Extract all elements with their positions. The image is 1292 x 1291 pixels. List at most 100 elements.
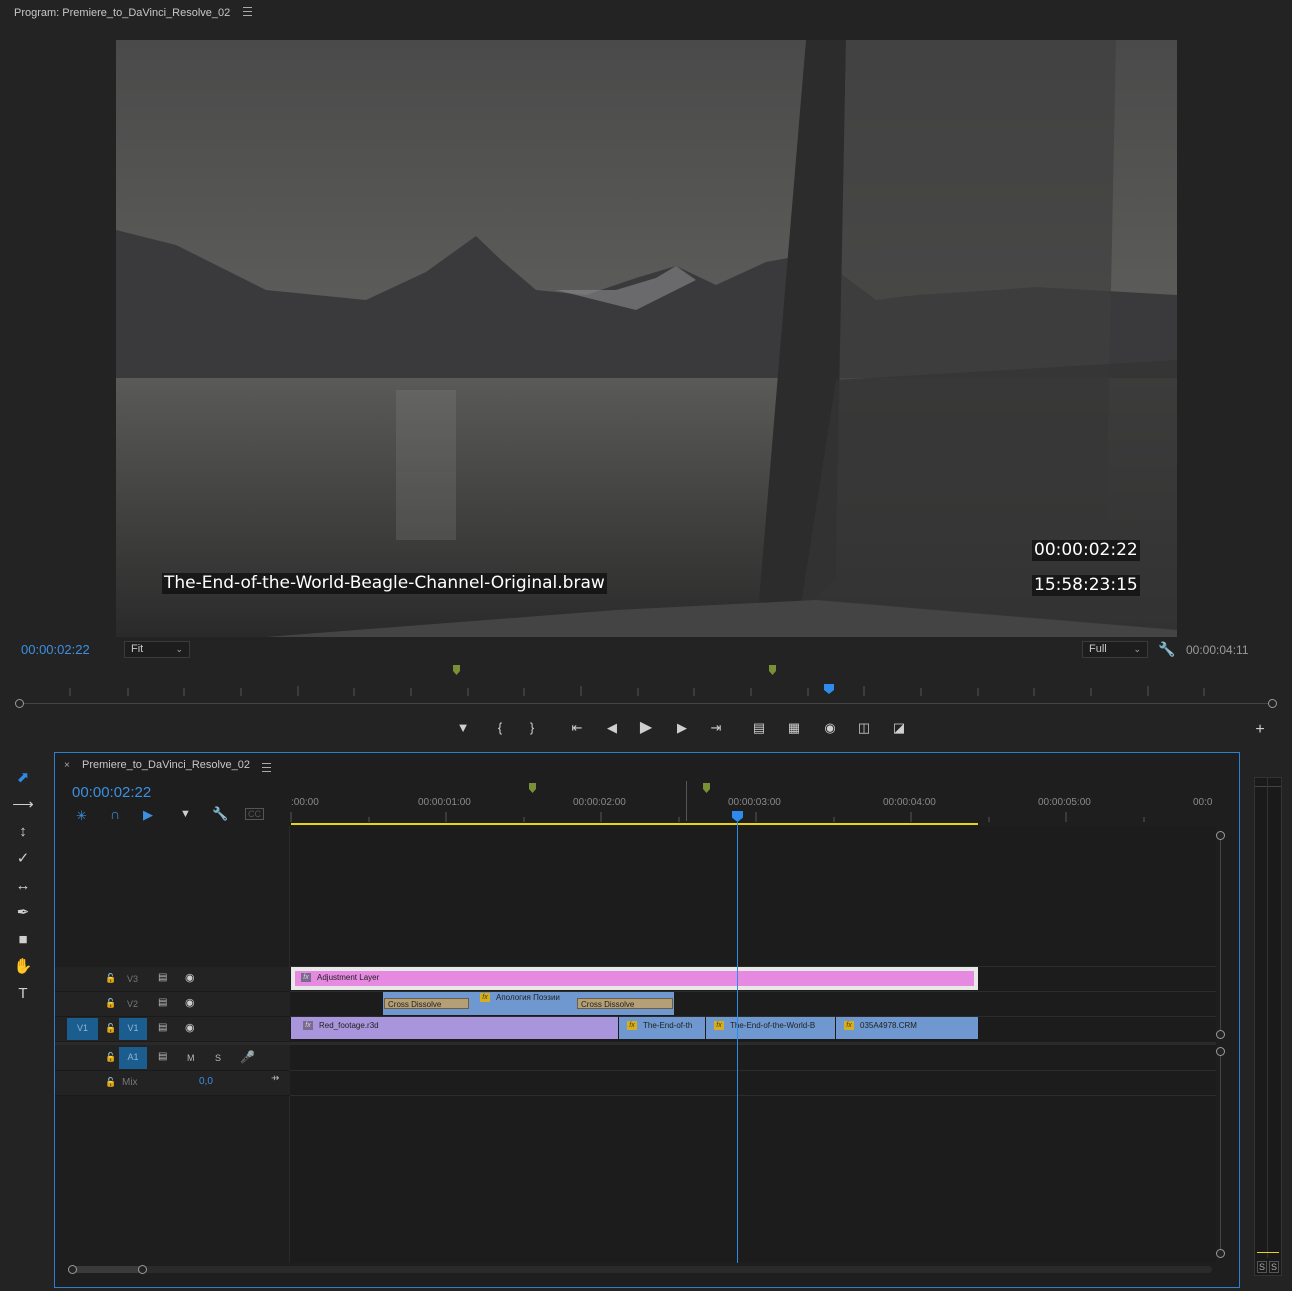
- source-patch-v1[interactable]: V1: [67, 1018, 98, 1040]
- mark-out-button[interactable]: }: [521, 717, 543, 739]
- go-to-in-button[interactable]: ⇤: [566, 717, 588, 739]
- zoom-scrollbar-thumb[interactable]: [72, 1266, 142, 1273]
- extract-button[interactable]: ▦: [783, 717, 805, 739]
- lock-icon[interactable]: 🔓: [105, 1023, 116, 1034]
- program-duration: 00:00:04:11: [1186, 643, 1249, 657]
- lock-icon[interactable]: 🔓: [105, 973, 116, 984]
- sync-lock-icon[interactable]: ▤: [158, 997, 167, 1008]
- clip-label: Red_footage.r3d: [319, 1021, 379, 1030]
- program-ruler[interactable]: [14, 684, 1278, 698]
- solo-left-button[interactable]: S: [1257, 1261, 1268, 1273]
- zoom-dropdown[interactable]: Fit ⌄: [124, 641, 190, 658]
- pen-tool-icon[interactable]: ✒: [8, 900, 38, 926]
- work-area-bar[interactable]: [291, 823, 978, 825]
- selection-tool-icon[interactable]: ⬈: [8, 765, 38, 791]
- play-button[interactable]: ▶: [635, 717, 657, 739]
- lock-icon[interactable]: 🔓: [105, 1077, 116, 1088]
- solo-right-button[interactable]: S: [1269, 1261, 1280, 1273]
- track-label-v1[interactable]: V1: [119, 1018, 147, 1040]
- nest-icon[interactable]: ✳: [76, 808, 87, 824]
- marker[interactable]: [769, 665, 776, 675]
- marker[interactable]: [453, 665, 460, 675]
- lock-icon[interactable]: 🔓: [105, 1052, 116, 1063]
- solo-button[interactable]: S: [215, 1053, 221, 1063]
- linked-selection-icon[interactable]: ▶: [143, 807, 153, 823]
- scroll-handle[interactable]: [1216, 831, 1225, 840]
- close-icon[interactable]: ×: [64, 760, 70, 771]
- timeline-current-timecode[interactable]: 00:00:02:22: [72, 784, 151, 801]
- tools-panel: ⬈ ⟶ ↕ ✓ ↔ ✒ ■ ✋ T: [8, 765, 42, 1008]
- clip-end-of-world-2[interactable]: fx The-End-of-the-World-B: [706, 1017, 835, 1039]
- panel-menu-icon[interactable]: [262, 763, 271, 772]
- add-marker-button[interactable]: ▼: [452, 717, 474, 739]
- captions-icon[interactable]: CC: [245, 808, 264, 820]
- microphone-icon[interactable]: 🎤: [240, 1050, 255, 1064]
- track-header-mix[interactable]: [55, 1071, 290, 1096]
- razor-tool-icon[interactable]: ✓: [8, 846, 38, 872]
- timeline-zoom-scrollbar[interactable]: [72, 1266, 1212, 1273]
- mix-volume-value[interactable]: 0,0: [199, 1076, 213, 1087]
- sync-lock-icon[interactable]: ▤: [158, 1022, 167, 1033]
- program-panel-tab[interactable]: Program: Premiere_to_DaVinci_Resolve_02: [14, 7, 253, 19]
- resolution-value: Full: [1089, 643, 1107, 655]
- step-back-button[interactable]: ◀: [601, 717, 623, 739]
- audio-tracks-scrollbar[interactable]: [1220, 1052, 1221, 1254]
- toggle-proxies-button[interactable]: ◪: [888, 717, 910, 739]
- lift-button[interactable]: ▤: [748, 717, 770, 739]
- transition-cross-dissolve[interactable]: Cross Dissolve: [384, 998, 469, 1009]
- rectangle-tool-icon[interactable]: ■: [8, 927, 38, 953]
- mark-in-button[interactable]: {: [489, 717, 511, 739]
- lock-icon[interactable]: 🔓: [105, 998, 116, 1009]
- program-current-timecode[interactable]: 00:00:02:22: [21, 642, 90, 657]
- clip-red-footage[interactable]: fx Red_footage.r3d: [291, 1017, 618, 1039]
- scroll-handle[interactable]: [1216, 1047, 1225, 1056]
- scroll-handle[interactable]: [1216, 1030, 1225, 1039]
- comparison-view-button[interactable]: ◫: [853, 717, 875, 739]
- snap-icon[interactable]: ∩: [110, 806, 120, 822]
- wrench-icon[interactable]: 🔧: [1158, 641, 1175, 658]
- clip-label: Adjustment Layer: [317, 973, 380, 982]
- eye-icon[interactable]: ◉: [185, 1021, 195, 1034]
- scroll-handle[interactable]: [1216, 1249, 1225, 1258]
- wrench-icon[interactable]: 🔧: [212, 806, 228, 822]
- track-label-v3[interactable]: V3: [127, 974, 138, 984]
- track-header-v2[interactable]: [55, 992, 290, 1017]
- clip-crm[interactable]: fx 035A4978.CRM: [836, 1017, 978, 1039]
- step-forward-button[interactable]: ▶: [671, 717, 693, 739]
- sync-lock-icon[interactable]: ▤: [158, 1051, 167, 1062]
- transition-cross-dissolve[interactable]: Cross Dissolve: [577, 998, 673, 1009]
- zoom-handle-right[interactable]: [138, 1265, 147, 1274]
- eye-icon[interactable]: ◉: [185, 971, 195, 984]
- zoom-value: Fit: [131, 643, 144, 655]
- sync-lock-icon[interactable]: ▤: [158, 972, 167, 983]
- eye-icon[interactable]: ◉: [185, 996, 195, 1009]
- scroll-handle-left[interactable]: [15, 699, 24, 708]
- ripple-edit-tool-icon[interactable]: ↕: [8, 819, 38, 845]
- hand-tool-icon[interactable]: ✋: [8, 954, 38, 980]
- sequence-tab[interactable]: Premiere_to_DaVinci_Resolve_02: [82, 759, 250, 771]
- mix-go-to-end-icon[interactable]: ⇸: [271, 1073, 279, 1084]
- track-select-tool-icon[interactable]: ⟶: [8, 792, 38, 818]
- mix-label: Mix: [122, 1077, 138, 1088]
- clip-adjustment-layer[interactable]: fx Adjustment Layer: [291, 967, 978, 990]
- panel-menu-icon[interactable]: [243, 7, 253, 16]
- type-tool-icon[interactable]: T: [8, 981, 38, 1007]
- go-to-out-button[interactable]: ⇥: [705, 717, 727, 739]
- track-label-a1[interactable]: A1: [119, 1047, 147, 1069]
- timeline-playhead-line[interactable]: [737, 822, 738, 1263]
- resolution-dropdown[interactable]: Full ⌄: [1082, 641, 1148, 658]
- mute-button[interactable]: M: [187, 1053, 195, 1063]
- button-editor-plus-icon[interactable]: +: [1249, 719, 1271, 741]
- camera-icon[interactable]: ◉: [819, 717, 841, 739]
- meter-divider: [1255, 786, 1281, 787]
- zoom-handle-left[interactable]: [68, 1265, 77, 1274]
- slip-tool-icon[interactable]: ↔: [8, 873, 38, 899]
- program-scrollbar[interactable]: [19, 703, 1273, 704]
- ruler-label: 00:00:05:00: [1038, 797, 1091, 808]
- scroll-handle-right[interactable]: [1268, 699, 1277, 708]
- clip-end-of-world-1[interactable]: fx The-End-of-th: [619, 1017, 705, 1039]
- track-header-v3[interactable]: [55, 967, 290, 992]
- add-marker-icon[interactable]: ▼: [180, 808, 191, 820]
- track-label-v2[interactable]: V2: [127, 999, 138, 1009]
- video-tracks-scrollbar[interactable]: [1220, 835, 1221, 1035]
